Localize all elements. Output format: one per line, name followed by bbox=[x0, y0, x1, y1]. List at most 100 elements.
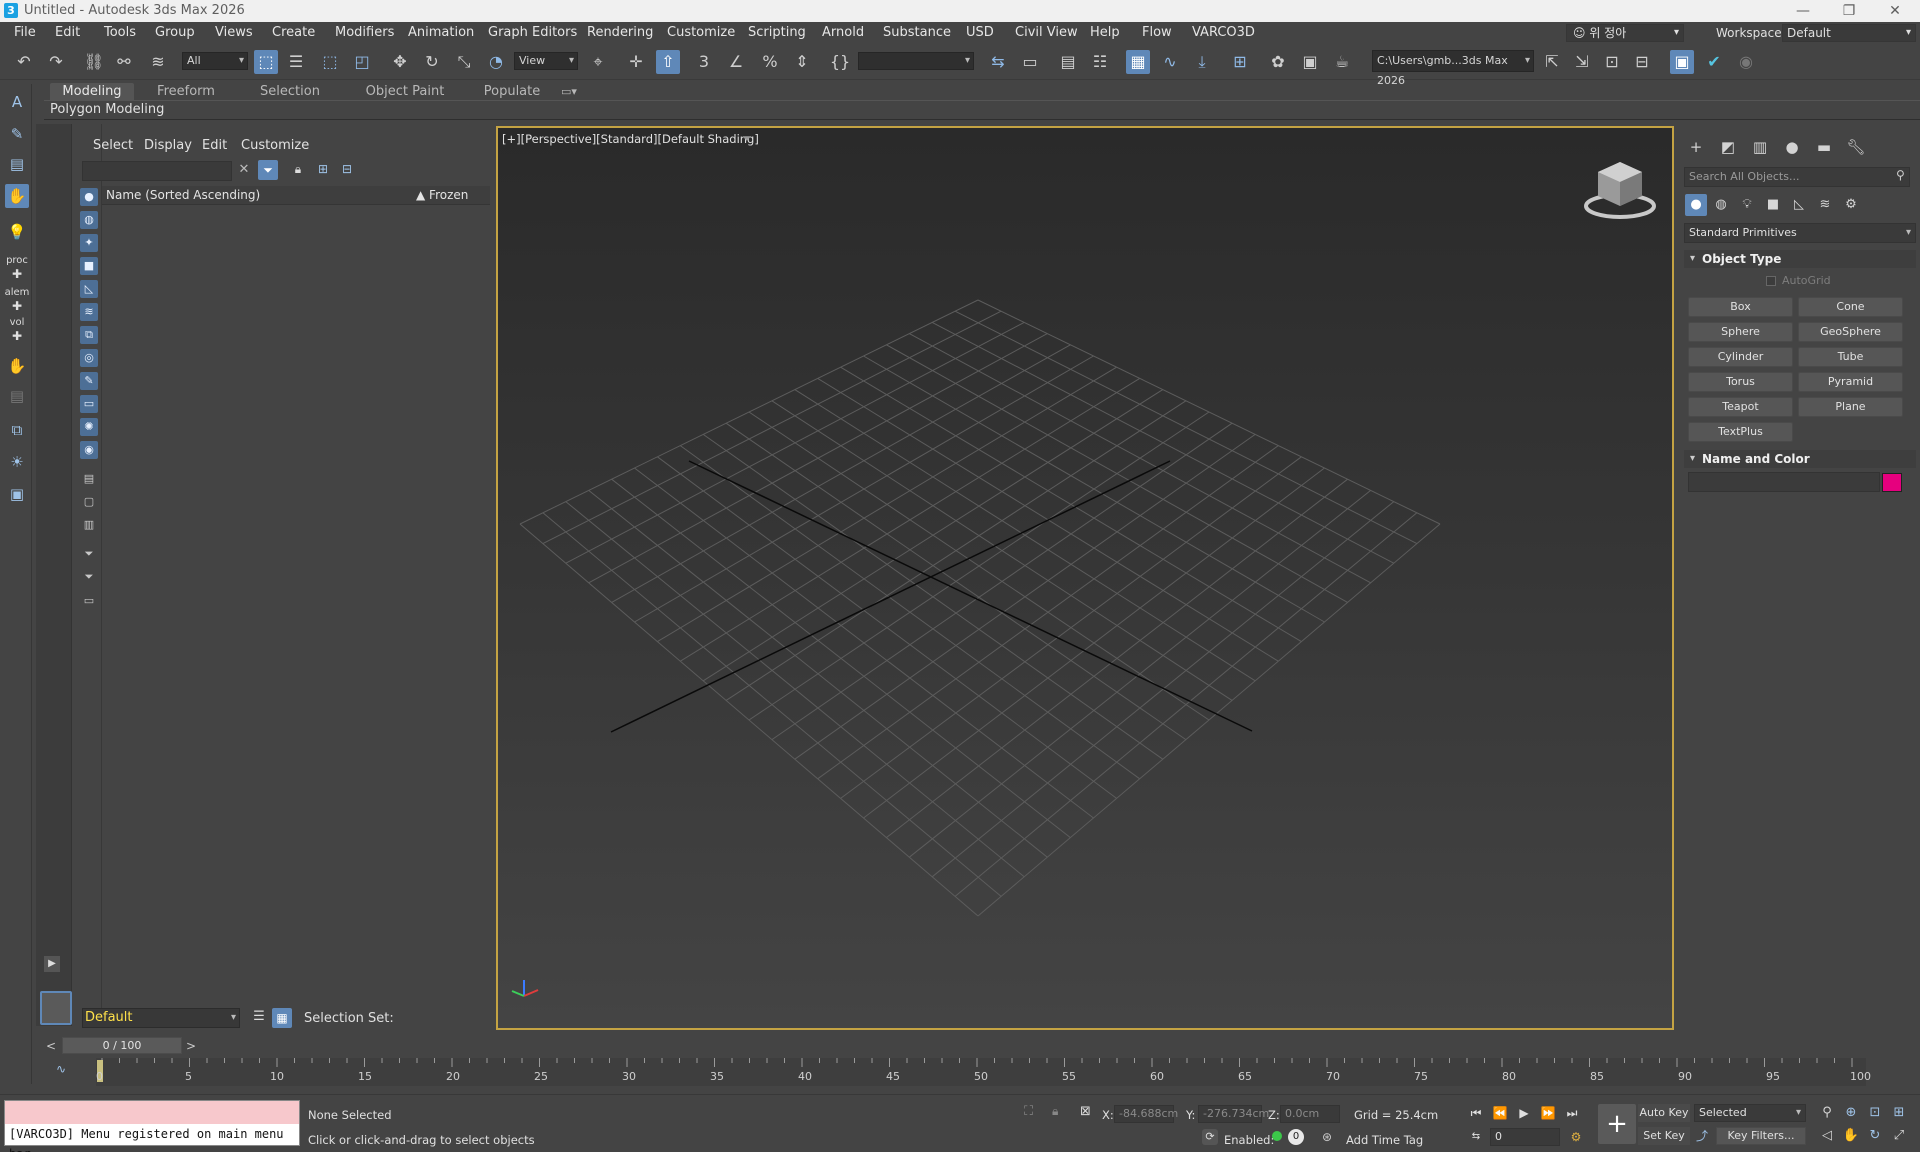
maxscript-output[interactable]: [VARCO3D] Menu registered on main menu b… bbox=[5, 1124, 299, 1152]
perspective-viewport[interactable] bbox=[496, 126, 1674, 1030]
command-viewport-icon[interactable]: ▣ bbox=[5, 482, 29, 506]
menu-create[interactable]: Create bbox=[272, 25, 315, 40]
folder-icon[interactable]: ▭ bbox=[80, 592, 98, 610]
torus-button[interactable]: Torus bbox=[1688, 372, 1793, 392]
display-none-icon[interactable]: ▢ bbox=[80, 493, 98, 511]
plane-button[interactable]: Plane bbox=[1798, 397, 1903, 417]
zoom-all-icon[interactable]: ⊕ bbox=[1842, 1104, 1860, 1122]
keyboard-shortcut-override-icon[interactable]: ⇧ bbox=[656, 50, 680, 74]
toggle-scene-explorer-icon[interactable]: ▤ bbox=[1056, 50, 1080, 74]
display-tab-icon[interactable]: ▬ bbox=[1812, 136, 1836, 158]
viewport-filter-icon[interactable]: ⏷ bbox=[742, 131, 752, 146]
menu-views[interactable]: Views bbox=[215, 25, 253, 40]
menu-customize[interactable]: Customize bbox=[667, 25, 735, 40]
selection-set-icon[interactable]: ▦ bbox=[272, 1008, 292, 1028]
object-name-input[interactable] bbox=[1688, 472, 1880, 492]
time-slider[interactable]: 0 / 100 bbox=[62, 1037, 182, 1054]
motion-tab-icon[interactable]: ● bbox=[1780, 136, 1804, 158]
cone-button[interactable]: Cone bbox=[1798, 297, 1903, 317]
search-objects-input[interactable]: Search All Objects... bbox=[1684, 167, 1910, 187]
se-menu-select[interactable]: Select bbox=[93, 138, 133, 153]
play-icon[interactable]: ▶ bbox=[1514, 1103, 1534, 1123]
object-color-swatch[interactable] bbox=[1882, 473, 1902, 492]
pyramid-button[interactable]: Pyramid bbox=[1798, 372, 1903, 392]
redo-icon[interactable]: ↷ bbox=[44, 50, 68, 74]
go-to-start-icon[interactable]: ⏮ bbox=[1466, 1103, 1486, 1123]
camera-filter-icon[interactable]: ■ bbox=[80, 257, 98, 275]
scene-object-list[interactable] bbox=[102, 205, 492, 1007]
primitive-category-select[interactable]: Standard Primitives ▾ bbox=[1684, 223, 1916, 243]
hidden-filter-icon[interactable]: ◉ bbox=[80, 441, 98, 459]
z-coordinate-input[interactable]: 0.0cm bbox=[1280, 1105, 1340, 1123]
close-icon[interactable]: ✕ bbox=[1872, 1, 1918, 21]
workspace-select[interactable]: Default ▾ bbox=[1782, 24, 1916, 42]
menu-help[interactable]: Help bbox=[1090, 25, 1120, 40]
object-type-rollout-header[interactable]: Object Type bbox=[1684, 250, 1916, 268]
command-list-icon[interactable]: ▤ bbox=[5, 152, 29, 176]
systems-category-icon[interactable]: ⚙ bbox=[1840, 194, 1862, 216]
add-time-tag-label[interactable]: Add Time Tag bbox=[1346, 1133, 1423, 1147]
link-icon[interactable]: ⛓ bbox=[82, 50, 106, 74]
material-editor-icon[interactable]: ⊞ bbox=[1228, 50, 1252, 74]
undo-icon[interactable]: ↶ bbox=[12, 50, 36, 74]
y-coordinate-input[interactable]: -276.734cm bbox=[1198, 1105, 1269, 1123]
shape-filter-icon[interactable]: ◍ bbox=[80, 211, 98, 229]
snaps-toggle-icon[interactable]: 3 bbox=[692, 50, 716, 74]
hierarchy-icon[interactable]: ⊞ bbox=[314, 162, 332, 180]
select-by-name-icon[interactable]: ☰ bbox=[284, 50, 308, 74]
column-frozen-header[interactable]: ▲ Frozen bbox=[416, 188, 468, 202]
menu-tools[interactable]: Tools bbox=[104, 25, 136, 40]
go-to-end-icon[interactable]: ⏭ bbox=[1562, 1103, 1582, 1123]
cylinder-button[interactable]: Cylinder bbox=[1688, 347, 1793, 367]
vol-add-icon[interactable]: ✚ bbox=[5, 324, 29, 348]
filter-icon[interactable]: ⏷ bbox=[258, 160, 278, 180]
named-selection-set-select[interactable] bbox=[858, 52, 974, 70]
command-lights-icon[interactable]: ☀ bbox=[5, 450, 29, 474]
spacewarps-category-icon[interactable]: ≋ bbox=[1814, 194, 1836, 216]
column-name-header[interactable]: Name (Sorted Ascending) bbox=[106, 188, 260, 202]
current-frame-input[interactable]: 0 bbox=[1490, 1128, 1560, 1146]
invert-display-icon[interactable]: ▥ bbox=[80, 516, 98, 534]
layers-icon[interactable]: ☰ bbox=[250, 1009, 268, 1027]
x-coordinate-input[interactable]: -84.688cm bbox=[1114, 1105, 1178, 1123]
curve-editor-mini-icon[interactable]: ∿ bbox=[56, 1062, 76, 1080]
se-menu-display[interactable]: Display bbox=[144, 138, 192, 153]
placement-icon[interactable]: ◔ bbox=[484, 50, 508, 74]
expand-arrow-icon[interactable]: ▶ bbox=[44, 956, 60, 972]
bind-space-warp-icon[interactable]: ≋ bbox=[146, 50, 170, 74]
spacewarp-filter-icon[interactable]: ≋ bbox=[80, 303, 98, 321]
light-filter-icon[interactable]: ✦ bbox=[80, 234, 98, 252]
lock-icon[interactable]: 🔒︎ bbox=[290, 162, 306, 180]
explorer-icon-4[interactable]: ⊟ bbox=[1630, 50, 1654, 74]
explorer-icon-3[interactable]: ⊡ bbox=[1600, 50, 1624, 74]
sphere-button[interactable]: Sphere bbox=[1688, 322, 1793, 342]
layer-thumbnail[interactable] bbox=[40, 991, 72, 1025]
modify-tab-icon[interactable]: ◩ bbox=[1716, 136, 1740, 158]
command-hand-icon[interactable]: ✋ bbox=[5, 184, 29, 208]
menu-animation[interactable]: Animation bbox=[408, 25, 474, 40]
maximize-viewport-icon[interactable]: ⤢ bbox=[1890, 1127, 1908, 1145]
adaptive-degradation-icon[interactable]: ⟳ bbox=[1202, 1129, 1218, 1145]
render-production-icon[interactable]: ☕ bbox=[1330, 50, 1354, 74]
scale-icon[interactable]: ⤡ bbox=[452, 50, 476, 74]
command-layers-icon[interactable]: ⧉ bbox=[5, 418, 29, 442]
select-object-icon[interactable]: ⬚ bbox=[254, 50, 278, 74]
select-manipulate-icon[interactable]: ✛ bbox=[624, 50, 648, 74]
render-setup-icon[interactable]: ✿ bbox=[1266, 50, 1290, 74]
next-frame-icon[interactable]: ⏩ bbox=[1538, 1103, 1558, 1123]
pivot-center-icon[interactable]: ⌖ bbox=[586, 50, 610, 74]
menu-flow[interactable]: Flow bbox=[1142, 25, 1172, 40]
minimize-icon[interactable]: — bbox=[1780, 1, 1826, 21]
selection-filter-select[interactable]: All bbox=[182, 52, 248, 70]
command-disabled-icon-1[interactable]: ✋ bbox=[5, 354, 29, 378]
tab-freeform[interactable]: Freeform bbox=[148, 83, 224, 100]
set-keys-icon[interactable]: + bbox=[1598, 1104, 1636, 1144]
auto-key-button[interactable]: Auto Key bbox=[1638, 1104, 1690, 1122]
mirror-icon[interactable]: ⇆ bbox=[986, 50, 1010, 74]
alem-add-icon[interactable]: ✚ bbox=[5, 294, 29, 318]
se-menu-edit[interactable]: Edit bbox=[202, 138, 227, 153]
name-and-color-rollout-header[interactable]: Name and Color bbox=[1684, 450, 1916, 468]
time-next-icon[interactable]: > bbox=[184, 1038, 198, 1054]
lights-category-icon[interactable]: 💡︎ bbox=[1736, 194, 1758, 216]
viewcube-icon[interactable] bbox=[1584, 158, 1656, 222]
